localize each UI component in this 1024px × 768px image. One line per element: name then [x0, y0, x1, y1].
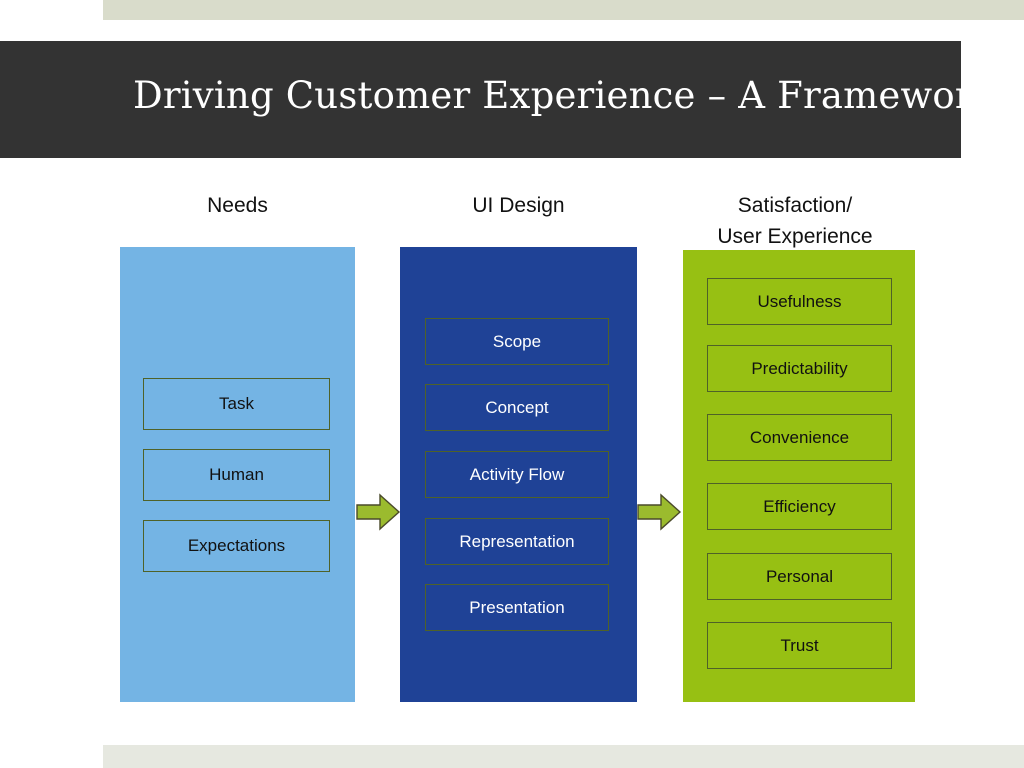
column-header-satisfaction-line-1: Satisfaction/: [737, 194, 853, 217]
satisfaction-item-personal: Personal: [707, 553, 892, 600]
column-header-satisfaction: Satisfaction/ User Experience: [675, 190, 915, 252]
column-needs: Task Human Expectations: [120, 247, 355, 702]
right-arrow-icon: [637, 493, 682, 531]
uidesign-item-scope: Scope: [425, 318, 609, 365]
right-arrow-icon: [356, 493, 401, 531]
column-header-needs-line-1: Needs: [207, 194, 268, 217]
column-header-ui-design-line-1: UI Design: [472, 194, 565, 217]
column-ui-design: Scope Concept Activity Flow Representati…: [400, 247, 637, 702]
satisfaction-item-predictability: Predictability: [707, 345, 892, 392]
uidesign-item-presentation: Presentation: [425, 584, 609, 631]
needs-item-human: Human: [143, 449, 330, 501]
column-header-satisfaction-line-2: User Experience: [717, 225, 873, 248]
slide-title: Driving Customer Experience – A Framewor…: [133, 74, 996, 117]
uidesign-item-concept: Concept: [425, 384, 609, 431]
uidesign-item-activity-flow: Activity Flow: [425, 451, 609, 498]
column-header-ui-design: UI Design: [400, 190, 637, 221]
top-decorative-bar: [103, 0, 1024, 20]
satisfaction-item-usefulness: Usefulness: [707, 278, 892, 325]
uidesign-item-representation: Representation: [425, 518, 609, 565]
column-header-needs: Needs: [120, 190, 355, 221]
needs-item-task: Task: [143, 378, 330, 430]
satisfaction-item-efficiency: Efficiency: [707, 483, 892, 530]
satisfaction-item-convenience: Convenience: [707, 414, 892, 461]
column-satisfaction: Usefulness Predictability Convenience Ef…: [683, 250, 915, 702]
needs-item-expectations: Expectations: [143, 520, 330, 572]
bottom-decorative-bar: [103, 745, 1024, 768]
satisfaction-item-trust: Trust: [707, 622, 892, 669]
